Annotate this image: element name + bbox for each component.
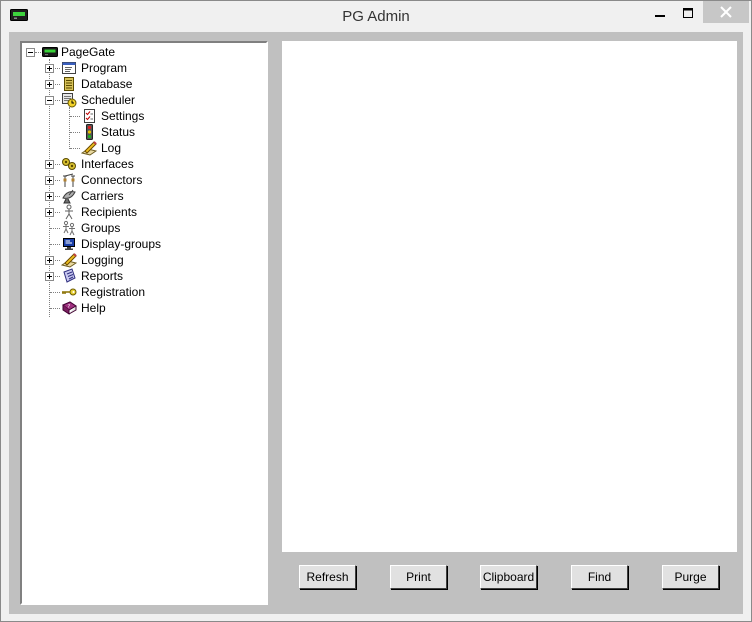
expand-toggle[interactable] [45, 208, 54, 217]
tree-node-label: Connectors [81, 173, 143, 187]
tree-node-logging[interactable]: Logging [22, 252, 266, 268]
tree-node-scheduler[interactable]: Scheduler [22, 92, 266, 108]
database-icon [64, 77, 74, 91]
tree-node-label: Display-groups [81, 237, 162, 251]
people-icon [63, 220, 75, 236]
expand-toggle[interactable] [45, 192, 54, 201]
log-pencil-icon [81, 141, 97, 156]
tree-node-label: Log [101, 141, 122, 155]
reports-icon [63, 268, 76, 283]
collapse-toggle[interactable] [45, 96, 54, 105]
tree-node-label: Groups [81, 221, 121, 235]
tree-node-recipients[interactable]: Recipients [22, 204, 266, 220]
window-title: PG Admin [342, 8, 410, 25]
tree-node-label: Reports [81, 269, 124, 283]
pager-icon [42, 47, 58, 57]
app-window: PG Admin PageGate Program Database Sched… [0, 0, 752, 622]
tree-node-log[interactable]: Log [22, 140, 266, 156]
refresh-button[interactable]: Refresh [299, 565, 356, 589]
tree-node-label: Interfaces [81, 157, 134, 171]
satellite-icon [62, 189, 76, 204]
tree-node-database[interactable]: Database [22, 76, 266, 92]
title-bar[interactable]: PG Admin [1, 1, 751, 31]
tree-node-label: Scheduler [81, 93, 136, 107]
tree-node-label: Logging [81, 253, 124, 267]
tree-node-label: Registration [81, 285, 146, 299]
expand-toggle[interactable] [45, 64, 54, 73]
clipboard-button[interactable]: Clipboard [480, 565, 537, 589]
tree-node-pagegate[interactable]: PageGate [22, 44, 266, 60]
close-button[interactable] [703, 1, 749, 23]
tree-node-interfaces[interactable]: Interfaces [22, 156, 266, 172]
tree-node-status[interactable]: Status [22, 124, 266, 140]
tree-node-label: Help [81, 301, 106, 315]
purge-button[interactable]: Purge [662, 565, 719, 589]
help-book-icon: ? [62, 301, 77, 315]
expand-toggle[interactable] [45, 176, 54, 185]
navigation-tree[interactable]: PageGate Program Database Scheduler Sett… [20, 41, 268, 605]
collapse-toggle[interactable] [26, 48, 35, 57]
find-button[interactable]: Find [571, 565, 628, 589]
minimize-button[interactable] [646, 1, 674, 25]
person-icon [65, 204, 73, 220]
connectors-icon [63, 173, 75, 187]
tree-node-label: Status [101, 125, 136, 139]
svg-text:?: ? [68, 304, 71, 310]
maximize-button[interactable] [674, 1, 702, 25]
expand-toggle[interactable] [45, 80, 54, 89]
print-button[interactable]: Print [390, 565, 447, 589]
tree-node-program[interactable]: Program [22, 60, 266, 76]
tree-node-carriers[interactable]: Carriers [22, 188, 266, 204]
tree-node-label: Program [81, 61, 128, 75]
tree-node-label: Database [81, 77, 133, 91]
key-icon [62, 288, 77, 296]
tree-node-label: Recipients [81, 205, 138, 219]
tree-node-registration[interactable]: Registration [22, 284, 266, 300]
tree-node-reports[interactable]: Reports [22, 268, 266, 284]
tree-node-connectors[interactable]: Connectors [22, 172, 266, 188]
maximize-icon [683, 8, 693, 18]
scheduler-icon [62, 93, 77, 108]
tree-node-label: Carriers [81, 189, 124, 203]
expand-toggle[interactable] [45, 160, 54, 169]
interfaces-icon [62, 158, 76, 170]
traffic-light-icon [86, 124, 93, 140]
tree-node-label: PageGate [61, 45, 116, 59]
tree-node-display-groups[interactable]: Display-groups [22, 236, 266, 252]
logging-icon [61, 253, 77, 268]
window-icon [62, 62, 76, 74]
client-area: PageGate Program Database Scheduler Sett… [9, 32, 743, 614]
content-pane[interactable] [282, 41, 737, 552]
checklist-icon [84, 109, 95, 123]
close-icon [720, 6, 732, 18]
tree-node-groups[interactable]: Groups [22, 220, 266, 236]
tree-node-help[interactable]: ? Help [22, 300, 266, 316]
tree-node-settings[interactable]: Settings [22, 108, 266, 124]
tree-node-label: Settings [101, 109, 145, 123]
expand-toggle[interactable] [45, 272, 54, 281]
minimize-icon [655, 15, 665, 17]
monitor-icon [63, 238, 75, 250]
expand-toggle[interactable] [45, 256, 54, 265]
